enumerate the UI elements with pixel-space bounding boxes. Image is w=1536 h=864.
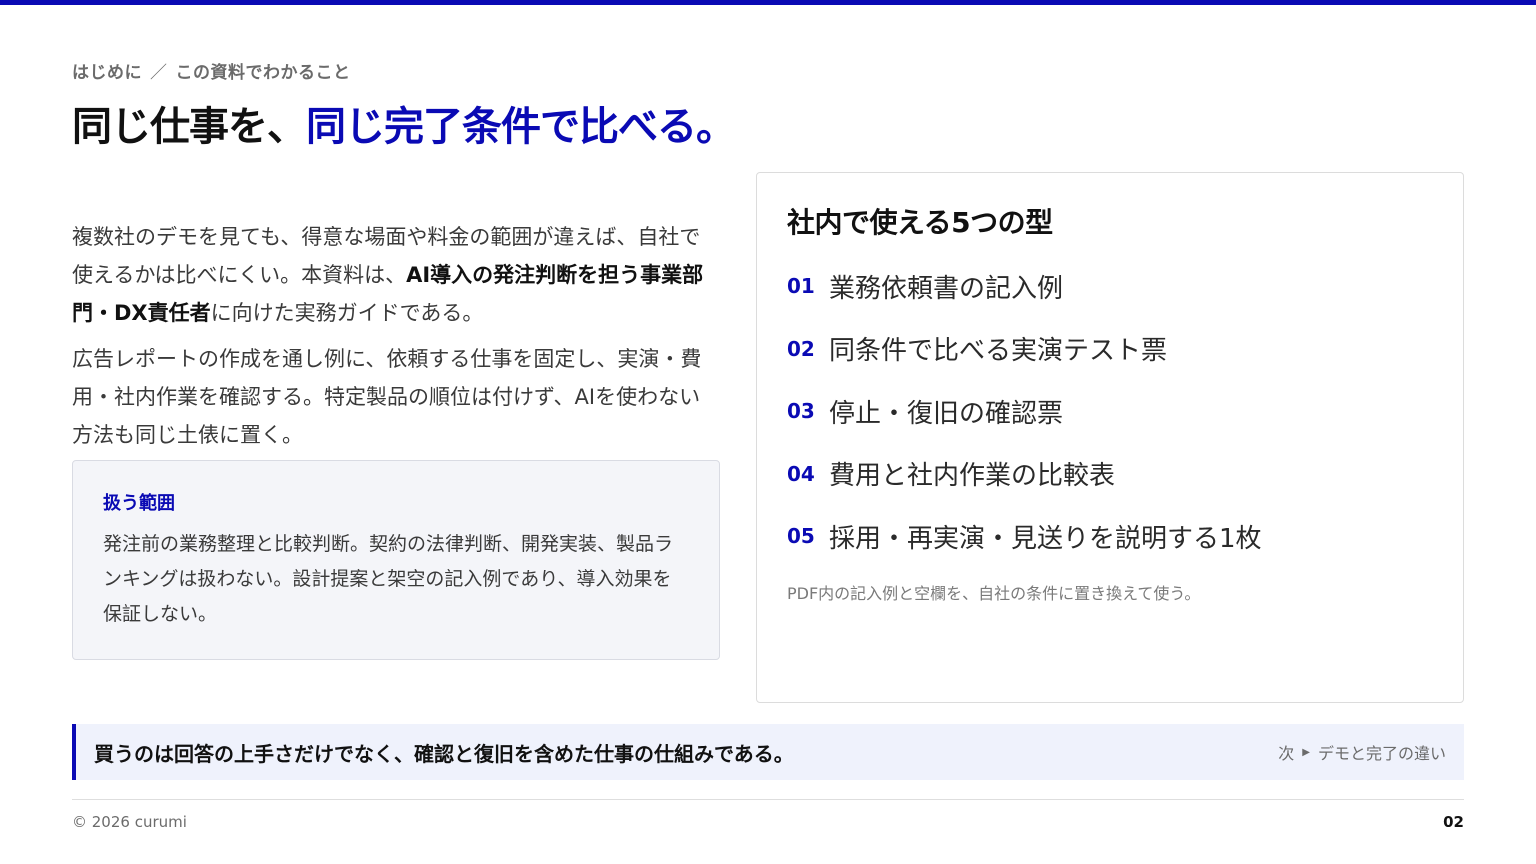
type-item: 01 業務依頼書の記入例 [787, 255, 1433, 318]
types-card: 社内で使える5つの型 01 業務依頼書の記入例 02 同条件で比べる実演テスト票… [756, 172, 1464, 703]
top-accent-bar [0, 0, 1536, 5]
type-label: 業務依頼書の記入例 [829, 273, 1064, 304]
page-title-plain: 同じ仕事を、 [72, 104, 307, 150]
intro-paragraph-2: 広告レポートの作成を通し例に、依頼する仕事を固定し、実演・費用・社内作業を確認す… [72, 347, 702, 447]
page-number: 02 [1443, 813, 1464, 831]
type-item: 03 停止・復旧の確認票 [787, 380, 1433, 443]
type-label: 費用と社内作業の比較表 [829, 461, 1116, 492]
intro-paragraph-1: 複数社のデモを見ても、得意な場面や料金の範囲が違えば、自社で使えるかは比べにくい… [72, 218, 716, 332]
types-note: PDF内の記入例と空欄を、自社の条件に置き換えて使う。 [787, 583, 1201, 603]
scope-text: 発注前の業務整理と比較判断。契約の法律判断、開発実装、製品ランキングは扱わない。… [103, 533, 674, 625]
key-message-callout: 買うのは回答の上手さだけでなく、確認と復旧を含めた仕事の仕組みである。 次 ▶ … [72, 724, 1464, 780]
breadcrumb: はじめに ／ この資料でわかること [72, 58, 351, 83]
breadcrumb-section: はじめに [72, 63, 142, 83]
type-number: 05 [787, 524, 815, 549]
scope-title: 扱う範囲 [103, 493, 175, 514]
type-item: 02 同条件で比べる実演テスト票 [787, 318, 1433, 381]
type-number: 02 [787, 336, 815, 361]
type-label: 停止・復旧の確認票 [829, 398, 1064, 429]
breadcrumb-page: この資料でわかること [175, 63, 351, 83]
footer-divider [72, 799, 1464, 800]
type-item: 05 採用・再実演・見送りを説明する1枚 [787, 505, 1433, 568]
type-label: 採用・再実演・見送りを説明する1枚 [829, 523, 1262, 554]
triangle-right-icon: ▶ [1302, 746, 1310, 758]
type-number: 01 [787, 274, 815, 299]
next-page-link[interactable]: 次 ▶ デモと完了の違い [1278, 740, 1446, 764]
scope-box: 扱う範囲 発注前の業務整理と比較判断。契約の法律判断、開発実装、製品ランキングは… [72, 460, 720, 660]
types-title: 社内で使える5つの型 [787, 206, 1053, 239]
page-title: 同じ仕事を、同じ完了条件で比べる。 [72, 94, 736, 152]
next-page-label: デモと完了の違い [1317, 744, 1446, 763]
key-message-text: 買うのは回答の上手さだけでなく、確認と復旧を含めた仕事の仕組みである。 [94, 741, 794, 766]
type-item: 04 費用と社内作業の比較表 [787, 443, 1433, 506]
next-prefix: 次 [1278, 744, 1295, 763]
type-label: 同条件で比べる実演テスト票 [829, 336, 1168, 367]
breadcrumb-separator: ／ [150, 63, 168, 83]
type-number: 03 [787, 399, 815, 424]
intro-text: 複数社のデモを見ても、得意な場面や料金の範囲が違えば、自社で使えるかは比べにくい… [72, 218, 716, 454]
intro-p1-tail: に向けた実務ガイドである。 [210, 301, 484, 325]
type-number: 04 [787, 461, 815, 486]
page-title-accent: 同じ完了条件で比べる。 [306, 104, 736, 150]
footer-copyright: © 2026 curumi [72, 813, 187, 831]
